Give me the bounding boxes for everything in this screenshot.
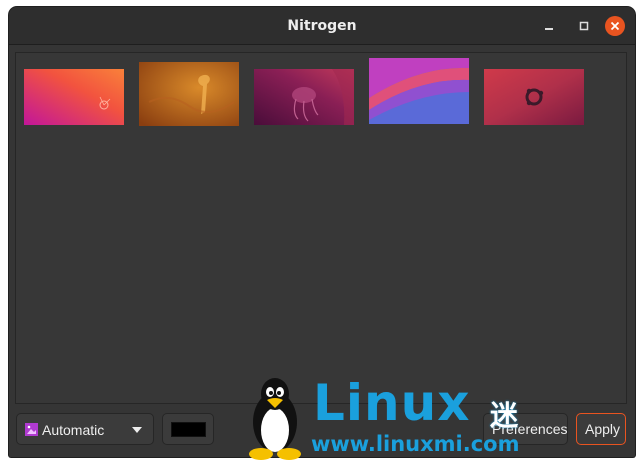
wallpaper-thumbnail[interactable] [369,58,469,124]
minimize-button[interactable] [539,16,559,36]
close-icon [610,21,620,31]
wallpaper-thumbnail[interactable] [484,69,584,125]
background-color-button[interactable] [162,413,214,445]
maximize-button[interactable] [574,16,594,36]
title-bar[interactable]: Nitrogen [9,7,635,45]
chevron-down-icon [132,427,142,433]
maximize-icon [579,21,589,31]
image-icon [25,423,38,436]
wallpaper-thumbnail[interactable] [24,69,124,125]
preferences-button[interactable]: Preferences [483,413,568,445]
close-button[interactable] [605,16,625,36]
apply-button[interactable]: Apply [576,413,626,445]
mode-label: Automatic [42,422,105,438]
wallpaper-thumbnail[interactable] [254,69,354,125]
wallpaper-thumbnail[interactable] [139,62,239,126]
color-swatch [171,422,206,437]
minimize-icon [545,28,553,30]
wallpaper-grid[interactable] [15,52,627,404]
bottom-toolbar: Automatic Preferences Apply [9,407,635,457]
mode-combobox[interactable]: Automatic [16,413,154,445]
app-window: Nitrogen Automatic Preferences Apply [9,7,635,457]
